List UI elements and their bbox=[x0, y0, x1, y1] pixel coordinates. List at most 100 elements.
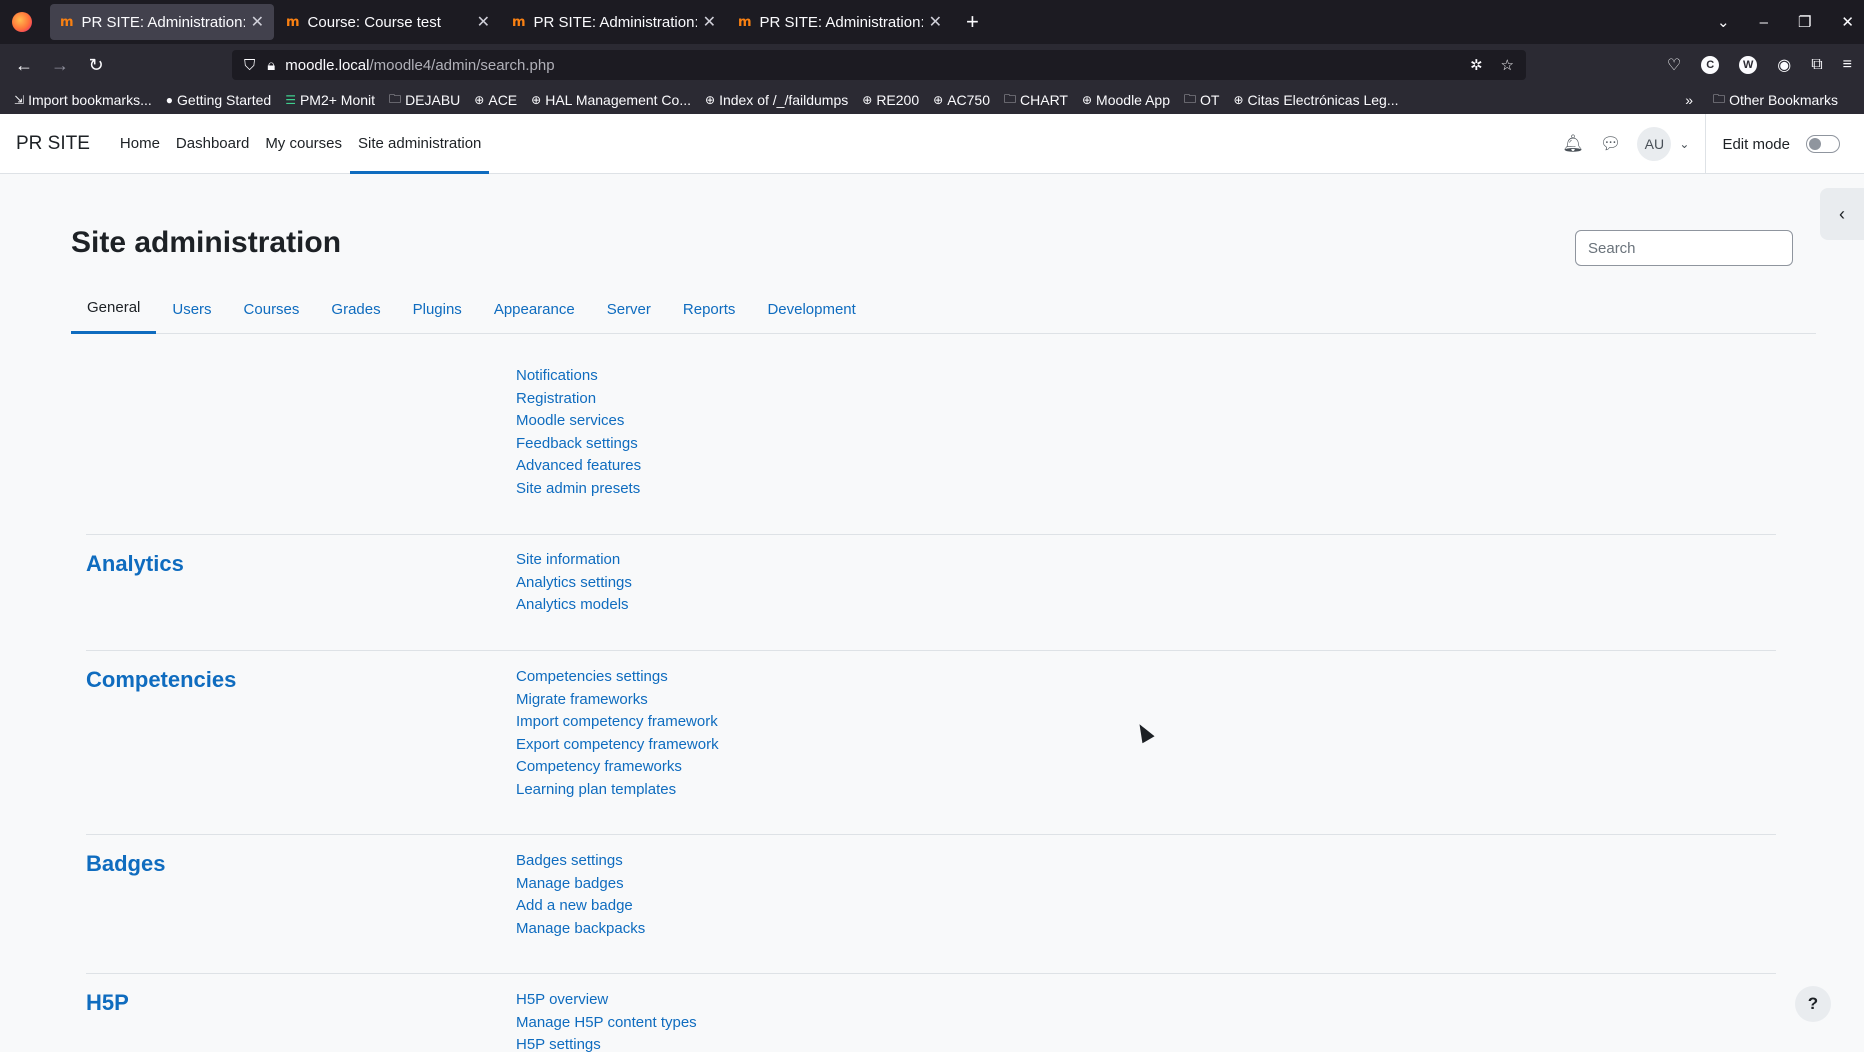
link-badges-settings[interactable]: Badges settings bbox=[516, 850, 645, 873]
competencies-links: Competencies settings Migrate frameworks… bbox=[516, 666, 719, 801]
link-moodle-services[interactable]: Moodle services bbox=[516, 410, 641, 433]
section-title-h5p[interactable]: H5P bbox=[86, 990, 129, 1016]
section-divider bbox=[86, 834, 1776, 835]
bookmark-label: Other Bookmarks bbox=[1729, 92, 1838, 108]
pocket-icon[interactable]: ♡ bbox=[1667, 55, 1681, 75]
messages-icon[interactable]: 💬︎ bbox=[1600, 134, 1622, 154]
bookmark-item[interactable]: ⇲ Import bookmarks... bbox=[14, 92, 152, 108]
notifications-bell-icon[interactable]: 🔔︎ bbox=[1562, 134, 1584, 154]
analytics-links: Site information Analytics settings Anal… bbox=[516, 549, 632, 617]
help-button[interactable]: ? bbox=[1795, 986, 1831, 1022]
extension-c-icon[interactable]: C bbox=[1701, 56, 1720, 74]
tab-users[interactable]: Users bbox=[156, 284, 227, 334]
link-competency-frameworks[interactable]: Competency frameworks bbox=[516, 756, 719, 779]
close-window-icon[interactable]: ✕ bbox=[1841, 13, 1854, 31]
admin-search-input[interactable] bbox=[1575, 230, 1793, 266]
tab-plugins[interactable]: Plugins bbox=[397, 284, 478, 334]
link-analytics-settings[interactable]: Analytics settings bbox=[516, 572, 632, 595]
link-advanced-features[interactable]: Advanced features bbox=[516, 455, 641, 478]
bookmark-item[interactable]: 🗀 DEJABU bbox=[389, 90, 460, 111]
url-bar[interactable]: ⛉ 🔒︎ moodle.local/moodle4/admin/search.p… bbox=[232, 50, 1526, 80]
bookmark-item[interactable]: 🗀 CHART bbox=[1004, 90, 1068, 111]
block-drawer-toggle-chevron-left-icon[interactable]: ‹ bbox=[1820, 188, 1864, 240]
tab-title: PR SITE: Administration: bbox=[533, 13, 697, 31]
bookmark-item[interactable]: ⊕ RE200 bbox=[862, 92, 919, 108]
link-manage-badges[interactable]: Manage badges bbox=[516, 873, 645, 896]
extension-w-icon[interactable]: W bbox=[1739, 56, 1758, 74]
minimize-icon[interactable]: – bbox=[1760, 14, 1768, 31]
link-manage-h5p-content-types[interactable]: Manage H5P content types bbox=[516, 1012, 697, 1035]
other-bookmarks[interactable]: 🗀 Other Bookmarks bbox=[1713, 90, 1838, 111]
bookmark-item[interactable]: ⊕ Moodle App bbox=[1082, 92, 1170, 108]
bookmark-item[interactable]: ⊕ Citas Electrónicas Leg... bbox=[1233, 92, 1398, 108]
browser-tab[interactable]: m PR SITE: Administration: ✕ bbox=[50, 4, 274, 40]
browser-tab[interactable]: m PR SITE: Administration: ✕ bbox=[502, 4, 726, 40]
close-tab-icon[interactable]: ✕ bbox=[477, 12, 490, 32]
nav-home[interactable]: Home bbox=[112, 114, 168, 174]
nav-site-administration[interactable]: Site administration bbox=[350, 114, 490, 174]
chevron-down-icon: ⌄ bbox=[1679, 137, 1690, 151]
link-export-competency-framework[interactable]: Export competency framework bbox=[516, 734, 719, 757]
tab-development[interactable]: Development bbox=[751, 284, 871, 334]
tab-list-chevron-icon[interactable]: ⌄ bbox=[1717, 13, 1730, 31]
link-analytics-models[interactable]: Analytics models bbox=[516, 594, 632, 617]
link-add-new-badge[interactable]: Add a new badge bbox=[516, 895, 645, 918]
extension-bug-icon[interactable]: ✲ bbox=[1470, 56, 1483, 74]
link-site-admin-presets[interactable]: Site admin presets bbox=[516, 478, 641, 501]
chevron-double-right-icon[interactable]: » bbox=[1685, 92, 1693, 108]
moodle-favicon-icon: m bbox=[60, 14, 74, 30]
globe-icon: ⊕ bbox=[862, 93, 873, 107]
link-registration[interactable]: Registration bbox=[516, 388, 641, 411]
link-notifications[interactable]: Notifications bbox=[516, 365, 641, 388]
browser-tab[interactable]: m Course: Course test ✕ bbox=[276, 4, 500, 40]
link-migrate-frameworks[interactable]: Migrate frameworks bbox=[516, 689, 719, 712]
tab-reports[interactable]: Reports bbox=[667, 284, 752, 334]
extension-color-icon[interactable]: ◉ bbox=[1777, 55, 1791, 75]
restore-icon[interactable]: ❐ bbox=[1798, 13, 1811, 31]
link-h5p-settings[interactable]: H5P settings bbox=[516, 1034, 697, 1052]
new-tab-icon[interactable]: + bbox=[966, 9, 979, 35]
bookmark-item[interactable]: ⊕ HAL Management Co... bbox=[531, 92, 691, 108]
bookmark-item[interactable]: ⊕ ACE bbox=[474, 92, 517, 108]
link-learning-plan-templates[interactable]: Learning plan templates bbox=[516, 779, 719, 802]
close-tab-icon[interactable]: ✕ bbox=[929, 12, 942, 32]
section-title-analytics[interactable]: Analytics bbox=[86, 551, 184, 577]
reload-icon[interactable]: ↻ bbox=[78, 55, 114, 76]
forward-icon[interactable]: → bbox=[42, 55, 78, 76]
bookmark-item[interactable]: ● Getting Started bbox=[166, 92, 271, 108]
user-menu[interactable]: AU ⌄ bbox=[1637, 127, 1689, 161]
site-brand[interactable]: PR SITE bbox=[16, 133, 90, 155]
bookmark-star-icon[interactable]: ☆ bbox=[1501, 56, 1514, 74]
close-tab-icon[interactable]: ✕ bbox=[703, 12, 716, 32]
section-title-badges[interactable]: Badges bbox=[86, 851, 165, 877]
section-title-competencies[interactable]: Competencies bbox=[86, 667, 236, 693]
moodle-favicon-icon: m bbox=[738, 14, 752, 30]
bookmark-item[interactable]: ☰ PM2+ Monit bbox=[285, 92, 375, 108]
bookmark-item[interactable]: ⊕ AC750 bbox=[933, 92, 990, 108]
link-manage-backpacks[interactable]: Manage backpacks bbox=[516, 918, 645, 941]
link-site-information[interactable]: Site information bbox=[516, 549, 632, 572]
extensions-icon[interactable]: ⧉ bbox=[1811, 56, 1822, 74]
link-competencies-settings[interactable]: Competencies settings bbox=[516, 666, 719, 689]
browser-tabbar: m PR SITE: Administration: ✕ m Course: C… bbox=[0, 0, 1864, 44]
tab-general[interactable]: General bbox=[71, 284, 157, 334]
menu-icon[interactable]: ≡ bbox=[1843, 56, 1852, 74]
bookmark-item[interactable]: ⊕ Index of /_/faildumps bbox=[705, 92, 848, 108]
back-icon[interactable]: ← bbox=[6, 55, 42, 76]
edit-mode-toggle[interactable] bbox=[1806, 135, 1840, 153]
nav-my-courses[interactable]: My courses bbox=[257, 114, 350, 174]
tab-server[interactable]: Server bbox=[591, 284, 667, 334]
lock-icon: 🔒︎ bbox=[267, 56, 276, 74]
shield-icon[interactable]: ⛉ bbox=[244, 57, 255, 74]
section-divider bbox=[86, 973, 1776, 974]
bookmark-item[interactable]: 🗀 OT bbox=[1184, 90, 1219, 111]
browser-tab[interactable]: m PR SITE: Administration: ✕ bbox=[728, 4, 952, 40]
nav-dashboard[interactable]: Dashboard bbox=[168, 114, 257, 174]
link-h5p-overview[interactable]: H5P overview bbox=[516, 989, 697, 1012]
tab-appearance[interactable]: Appearance bbox=[478, 284, 591, 334]
link-import-competency-framework[interactable]: Import competency framework bbox=[516, 711, 719, 734]
tab-grades[interactable]: Grades bbox=[315, 284, 396, 334]
link-feedback-settings[interactable]: Feedback settings bbox=[516, 433, 641, 456]
close-tab-icon[interactable]: ✕ bbox=[251, 12, 264, 32]
tab-courses[interactable]: Courses bbox=[228, 284, 316, 334]
